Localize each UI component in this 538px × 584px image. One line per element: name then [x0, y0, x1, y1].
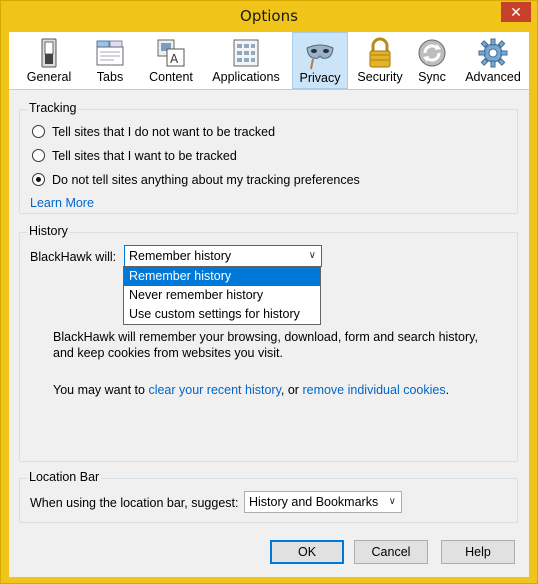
tracking-group: Tracking Tell sites that I do not want t… — [19, 101, 518, 214]
history-suggestion: You may want to clear your recent histor… — [53, 383, 450, 397]
tracking-legend: Tracking — [27, 101, 79, 115]
sync-icon — [418, 39, 446, 67]
suggest-label: When using the location bar, suggest: — [30, 496, 239, 510]
cancel-button[interactable]: Cancel — [354, 540, 428, 564]
dropdown-option[interactable]: Remember history — [124, 267, 320, 286]
history-mode-select[interactable]: Remember history ∨ — [124, 245, 322, 267]
tab-general[interactable]: General — [21, 32, 77, 89]
svg-text:A: A — [170, 52, 179, 66]
tab-sync[interactable]: Sync — [413, 32, 451, 89]
tabs-icon — [96, 40, 124, 66]
dropdown-option[interactable]: Never remember history — [124, 286, 320, 305]
suggest-select[interactable]: History and Bookmarks ∨ — [244, 491, 402, 513]
mask-icon — [306, 44, 334, 70]
tab-security[interactable]: Security — [351, 32, 409, 89]
history-mode-dropdown: Remember history Never remember history … — [123, 266, 321, 325]
dropdown-option[interactable]: Use custom settings for history — [124, 305, 320, 324]
category-toolbar: General Tabs A Content Applications Priv… — [9, 32, 529, 90]
ok-button[interactable]: OK — [270, 540, 344, 564]
tab-applications[interactable]: Applications — [205, 32, 287, 89]
options-client: General Tabs A Content Applications Priv… — [9, 32, 529, 577]
content-icon: A — [157, 39, 185, 67]
close-button[interactable]: ✕ — [501, 2, 531, 22]
history-will-label: BlackHawk will: — [30, 250, 117, 264]
window-title: Options — [240, 7, 298, 25]
clear-history-link[interactable]: clear your recent history — [148, 383, 280, 397]
radio-button-selected[interactable] — [32, 173, 45, 186]
close-icon: ✕ — [510, 4, 522, 20]
history-description-2: and keep cookies from websites you visit… — [53, 346, 283, 360]
location-bar-group: Location Bar When using the location bar… — [19, 470, 518, 523]
tab-privacy[interactable]: Privacy — [292, 32, 348, 89]
tab-advanced[interactable]: Advanced — [463, 32, 523, 89]
radio-button[interactable] — [32, 125, 45, 138]
applications-icon — [233, 39, 259, 67]
chevron-down-icon: ∨ — [308, 250, 316, 261]
history-legend: History — [27, 224, 70, 238]
location-bar-legend: Location Bar — [27, 470, 102, 484]
switch-icon — [41, 38, 57, 68]
options-window: Options ✕ General Tabs A Content Applica… — [0, 0, 538, 584]
chevron-down-icon: ∨ — [388, 496, 396, 507]
learn-more-link[interactable]: Learn More — [30, 195, 94, 211]
history-description-1: BlackHawk will remember your browsing, d… — [53, 330, 478, 344]
help-button[interactable]: Help — [441, 540, 515, 564]
gear-icon — [478, 38, 508, 68]
radio-button[interactable] — [32, 149, 45, 162]
remove-cookies-link[interactable]: remove individual cookies — [302, 383, 445, 397]
tab-tabs[interactable]: Tabs — [87, 32, 133, 89]
tab-content[interactable]: A Content — [141, 32, 201, 89]
lock-icon — [369, 37, 391, 68]
